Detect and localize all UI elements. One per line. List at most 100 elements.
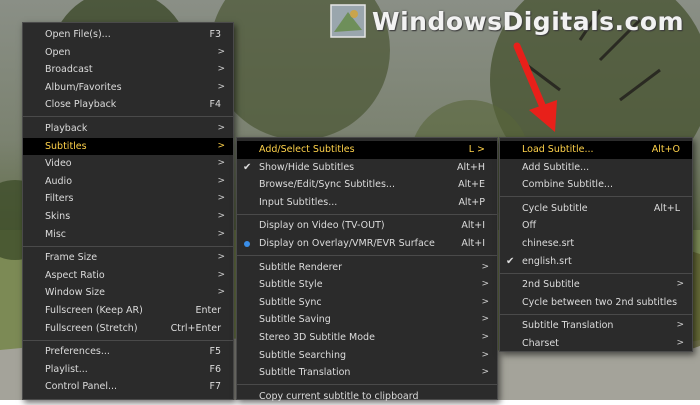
menu-item-playlist[interactable]: Playlist... F6 bbox=[23, 361, 233, 379]
red-arrow-icon bbox=[513, 42, 557, 132]
menu-item-shortcut: L > bbox=[468, 144, 485, 155]
menu-item-label: Fullscreen (Stretch) bbox=[45, 322, 138, 334]
menu-item-label: Subtitle Sync bbox=[259, 296, 322, 308]
menu-item-label: Subtitle Renderer bbox=[259, 261, 343, 273]
menu-item-label: Misc bbox=[45, 228, 67, 240]
menu-item-audio[interactable]: Audio > bbox=[23, 173, 233, 191]
menu-item-shortcut: Ctrl+Enter bbox=[170, 322, 221, 334]
menu-item-display-on-overlay-vmr-evr-surface[interactable]: Display on Overlay/VMR/EVR Surface Alt+I bbox=[237, 235, 497, 253]
menu-item-open[interactable]: Open > bbox=[23, 44, 233, 62]
submenu-chevron-icon: > bbox=[217, 210, 225, 221]
menu-item-charset[interactable]: Charset > bbox=[500, 335, 692, 353]
menu-item-subtitle-sync[interactable]: Subtitle Sync > bbox=[237, 294, 497, 312]
menu-item-filters[interactable]: Filters > bbox=[23, 190, 233, 208]
menu-item-display-on-video-tv-out[interactable]: Display on Video (TV-OUT) Alt+I bbox=[237, 217, 497, 235]
menu-item-label: Album/Favorites bbox=[45, 81, 122, 93]
menu-item-shortcut: F7 bbox=[209, 381, 221, 393]
menu-item-label: Stereo 3D Subtitle Mode bbox=[259, 331, 375, 343]
submenu-chevron-icon: > bbox=[217, 158, 225, 169]
menu-item-subtitle-saving[interactable]: Subtitle Saving > bbox=[237, 311, 497, 329]
menu-item-subtitle-renderer[interactable]: Subtitle Renderer > bbox=[237, 259, 497, 277]
menu-item-close-playback[interactable]: Close Playback F4 bbox=[23, 96, 233, 114]
menu-item-label: Skins bbox=[45, 210, 71, 222]
menu-item-shortcut: Alt+L bbox=[653, 202, 680, 214]
menu-item-subtitle-translation[interactable]: Subtitle Translation > bbox=[500, 317, 692, 335]
submenu-chevron-icon: > bbox=[481, 367, 489, 378]
menu-item-label: Window Size bbox=[45, 287, 105, 299]
menu-item-off[interactable]: Off bbox=[500, 217, 692, 235]
submenu-chevron-icon: > bbox=[481, 331, 489, 342]
windows-logo-icon bbox=[330, 4, 366, 38]
menu-item-frame-size[interactable]: Frame Size > bbox=[23, 249, 233, 267]
menu-item-cycle-between-two-2nd-subtitles[interactable]: Cycle between two 2nd subtitles bbox=[500, 294, 692, 312]
menu-item-fullscreen-keep-ar[interactable]: Fullscreen (Keep AR) Enter bbox=[23, 302, 233, 320]
menu-item-input-subtitles[interactable]: Input Subtitles... Alt+P bbox=[237, 194, 497, 212]
menu-item-subtitles[interactable]: Subtitles > bbox=[23, 137, 233, 156]
menu-item-chinese-srt[interactable]: chinese.srt bbox=[500, 235, 692, 253]
menu-item-label: Subtitle Translation bbox=[259, 367, 351, 379]
menu-item-label: Fullscreen (Keep AR) bbox=[45, 304, 143, 316]
menu-item-label: Load Subtitle... bbox=[522, 144, 594, 155]
menu-item-label: Frame Size bbox=[45, 252, 98, 264]
menu-item-playback[interactable]: Playback > bbox=[23, 120, 233, 138]
menu-item-label: english.srt bbox=[522, 255, 572, 267]
menu-item-aspect-ratio[interactable]: Aspect Ratio > bbox=[23, 267, 233, 285]
submenu-chevron-icon: > bbox=[217, 193, 225, 204]
menu-item-label: Subtitle Searching bbox=[259, 349, 347, 361]
menu-item-label: Close Playback bbox=[45, 99, 117, 111]
menu-item-control-panel[interactable]: Control Panel... F7 bbox=[23, 378, 233, 396]
menu-item-shortcut: F3 bbox=[209, 29, 221, 40]
menu-item-subtitle-translation[interactable]: Subtitle Translation > bbox=[237, 364, 497, 382]
menu-item-misc[interactable]: Misc > bbox=[23, 226, 233, 244]
menu-item-shortcut: Alt+I bbox=[461, 220, 485, 232]
menu-item-english-srt[interactable]: ✔ english.srt bbox=[500, 253, 692, 271]
submenu-chevron-icon: > bbox=[481, 279, 489, 290]
menu-item-add-select-subtitles[interactable]: Add/Select Subtitles L > bbox=[237, 141, 497, 159]
menu-item-label: 2nd Subtitle bbox=[522, 279, 580, 291]
submenu-chevron-icon: > bbox=[217, 81, 225, 92]
menu-item-subtitle-style[interactable]: Subtitle Style > bbox=[237, 276, 497, 294]
add-select-subtitles-submenu: Load Subtitle... Alt+O Add Subtitle... Comb… bbox=[499, 137, 693, 352]
submenu-chevron-icon: > bbox=[217, 228, 225, 239]
menu-item-2nd-subtitle[interactable]: 2nd Subtitle > bbox=[500, 276, 692, 294]
menu-item-broadcast[interactable]: Broadcast > bbox=[23, 61, 233, 79]
submenu-chevron-icon: > bbox=[676, 337, 684, 348]
menu-item-video[interactable]: Video > bbox=[23, 155, 233, 173]
menu-item-add-subtitle[interactable]: Add Subtitle... bbox=[500, 159, 692, 177]
radio-dot-icon bbox=[244, 240, 250, 247]
menu-item-combine-subtitle[interactable]: Combine Subtitle... bbox=[500, 176, 692, 194]
submenu-chevron-icon: > bbox=[217, 175, 225, 186]
menu-item-skins[interactable]: Skins > bbox=[23, 208, 233, 226]
menu-item-load-subtitle[interactable]: Load Subtitle... Alt+O bbox=[500, 141, 692, 159]
menu-item-show-hide-subtitles[interactable]: ✔ Show/Hide Subtitles Alt+H bbox=[237, 159, 497, 177]
menu-item-open-file-s[interactable]: Open File(s)... F3 bbox=[23, 26, 233, 44]
menu-item-album-favorites[interactable]: Album/Favorites > bbox=[23, 79, 233, 97]
submenu-chevron-icon: > bbox=[217, 46, 225, 57]
menu-item-shortcut: F4 bbox=[209, 99, 221, 111]
submenu-chevron-icon: > bbox=[217, 269, 225, 280]
menu-item-shortcut: Alt+E bbox=[458, 179, 485, 191]
menu-item-preferences[interactable]: Preferences... F5 bbox=[23, 343, 233, 361]
menu-item-label: Cycle between two 2nd subtitles bbox=[522, 296, 678, 308]
subtitles-submenu: Add/Select Subtitles L > ✔ Show/Hide Subtit… bbox=[236, 137, 498, 402]
menu-item-stereo-3d-subtitle-mode[interactable]: Stereo 3D Subtitle Mode > bbox=[237, 329, 497, 347]
menu-item-label: Add Subtitle... bbox=[522, 161, 590, 173]
menu-item-label: Control Panel... bbox=[45, 381, 118, 393]
menu-separator bbox=[23, 116, 233, 118]
menu-item-browse-edit-sync-subtitles[interactable]: Browse/Edit/Sync Subtitles... Alt+E bbox=[237, 176, 497, 194]
menu-item-fullscreen-stretch[interactable]: Fullscreen (Stretch) Ctrl+Enter bbox=[23, 320, 233, 338]
menu-item-cycle-subtitle[interactable]: Cycle Subtitle Alt+L bbox=[500, 200, 692, 218]
menu-item-label: Subtitle Translation bbox=[522, 320, 614, 332]
menu-item-shortcut: Alt+P bbox=[458, 196, 485, 208]
menu-item-label: Playback bbox=[45, 122, 88, 134]
menu-separator bbox=[237, 255, 497, 257]
menu-item-shortcut: Enter bbox=[195, 304, 222, 316]
menu-item-subtitle-searching[interactable]: Subtitle Searching > bbox=[237, 347, 497, 365]
menu-item-copy-current-subtitle-to-clipboard[interactable]: Copy current subtitle to clipboard bbox=[237, 388, 497, 405]
menu-item-window-size[interactable]: Window Size > bbox=[23, 284, 233, 302]
menu-item-label: Copy current subtitle to clipboard bbox=[259, 390, 419, 402]
menu-item-label: Preferences... bbox=[45, 346, 110, 358]
menu-separator bbox=[23, 339, 233, 341]
menu-item-label: Open bbox=[45, 46, 71, 58]
submenu-chevron-icon: > bbox=[217, 252, 225, 263]
